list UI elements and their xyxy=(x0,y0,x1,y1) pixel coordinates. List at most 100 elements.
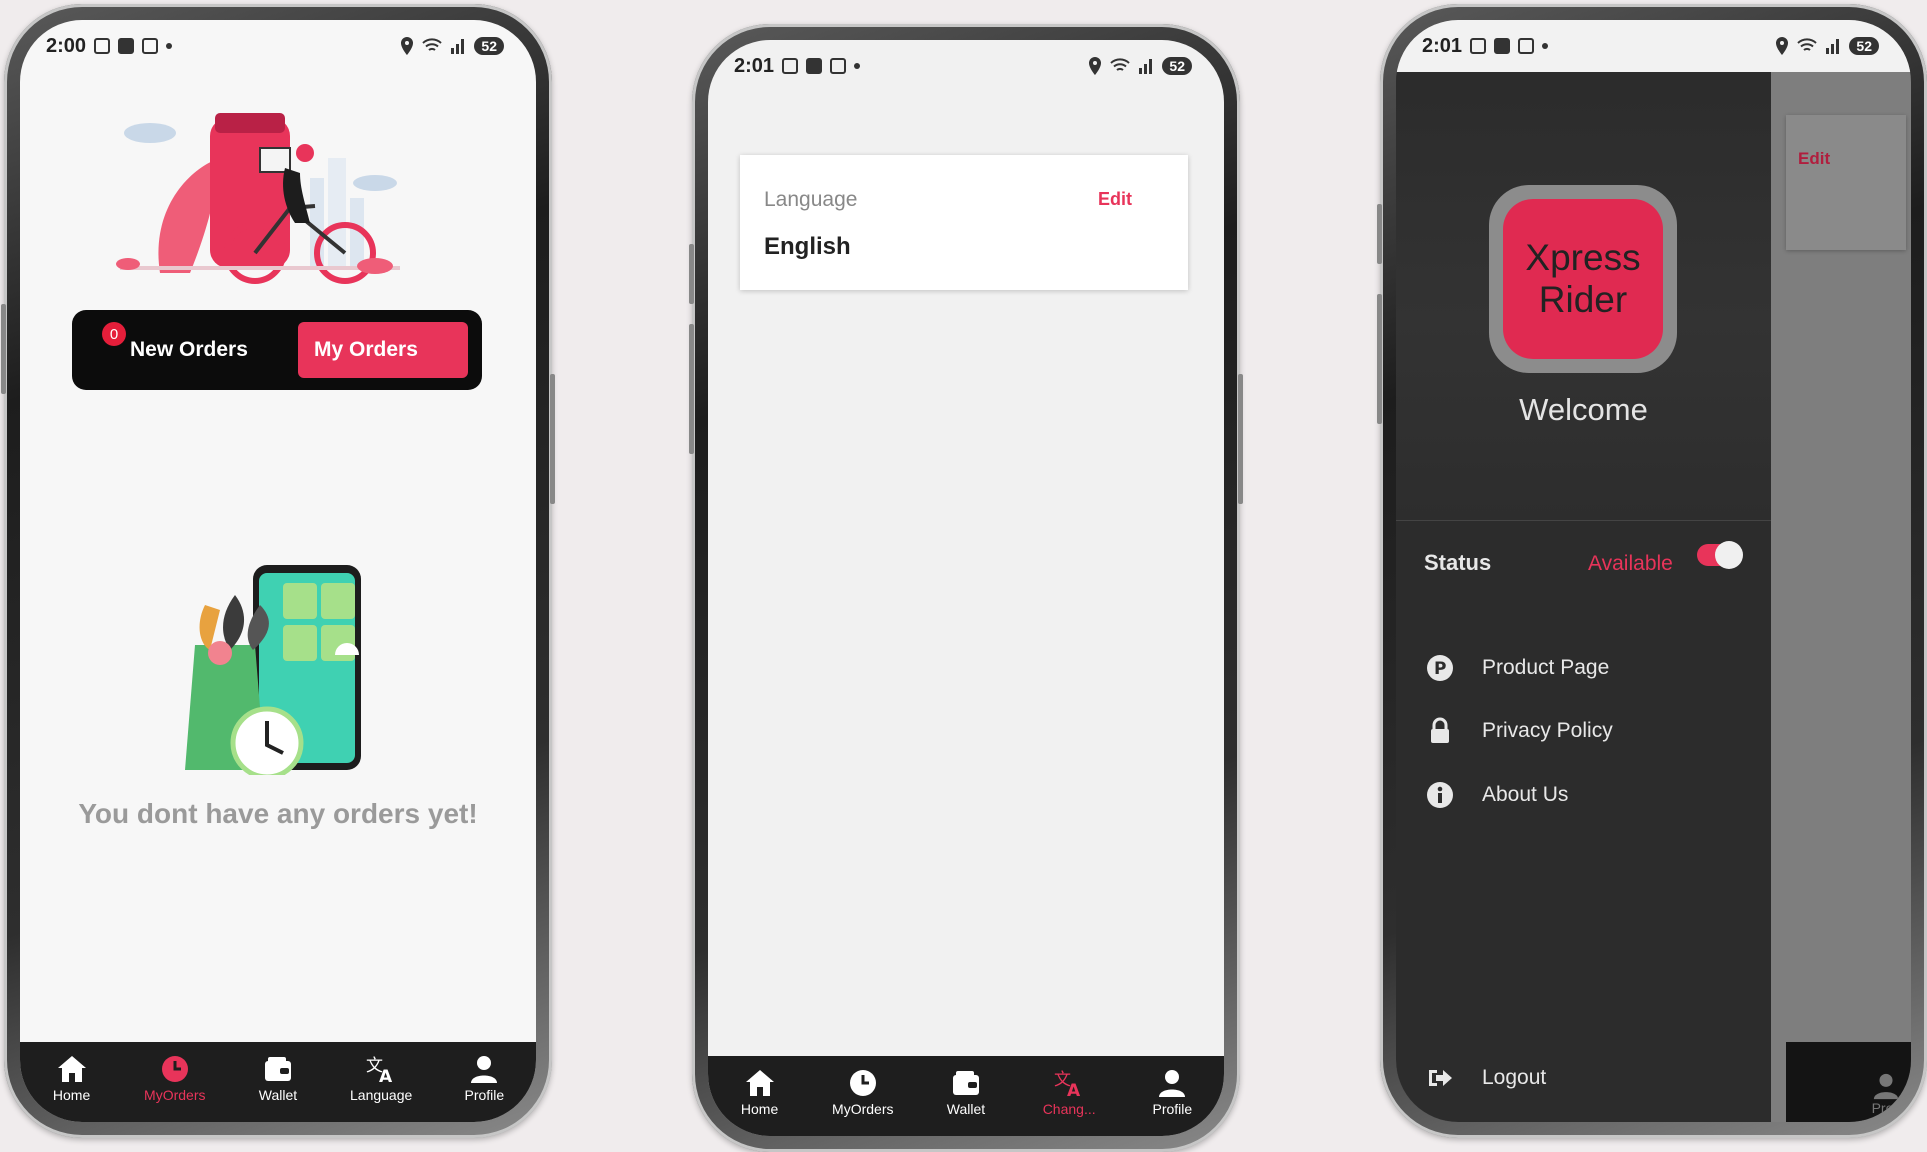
linkedin-icon xyxy=(118,38,135,54)
empty-orders-illustration xyxy=(185,565,361,775)
menu-item-label: Product Page xyxy=(1482,656,1610,679)
wifi-icon xyxy=(1797,38,1818,51)
logout-label: Logout xyxy=(1482,1066,1547,1089)
phone-1-screen: 2:00 52 0 New Orders My Orders You dont … xyxy=(20,20,536,1122)
status-bar: 2:01 52 xyxy=(1396,20,1911,72)
translate-icon: 文A xyxy=(366,1056,393,1084)
phone-2-screen: 2:01 52 Language Edit English Home MyOrd… xyxy=(708,40,1224,1136)
person-icon xyxy=(1159,1070,1186,1097)
language-card: Language Edit English xyxy=(740,155,1188,290)
nav-myorders[interactable]: MyOrders xyxy=(818,1068,908,1117)
product-p-icon: P xyxy=(1427,655,1453,681)
signal-icon xyxy=(1139,59,1153,74)
nav-home-label: Home xyxy=(740,1101,779,1117)
location-icon xyxy=(401,37,414,55)
person-icon xyxy=(471,1056,498,1083)
phone-2: 2:01 52 Language Edit English Home MyOrd… xyxy=(689,24,1243,1152)
nav-myorders-label: MyOrders xyxy=(144,1087,206,1103)
check-icon xyxy=(142,38,159,54)
language-value: English xyxy=(764,233,851,260)
signal-icon xyxy=(451,39,465,54)
dot-icon xyxy=(854,63,861,69)
info-icon xyxy=(1427,782,1453,808)
location-icon xyxy=(1089,57,1102,75)
check-icon xyxy=(1518,38,1535,54)
welcome-text: Welcome xyxy=(1519,392,1648,427)
menu-item-label: Privacy Policy xyxy=(1482,719,1613,742)
menu-item-about-us[interactable]: About Us xyxy=(1426,781,1568,809)
screenshot-icon xyxy=(1470,38,1487,54)
nav-wallet-label: Wallet xyxy=(946,1101,986,1117)
home-icon xyxy=(57,1056,86,1082)
wallet-icon xyxy=(952,1071,979,1095)
nav-profile-label: Profile xyxy=(464,1087,505,1103)
nav-myorders[interactable]: MyOrders xyxy=(130,1054,220,1103)
battery-indicator: 52 xyxy=(1849,37,1879,55)
svg-text:A: A xyxy=(1067,1081,1081,1098)
nav-home-label: Home xyxy=(52,1087,91,1103)
menu-item-product-page[interactable]: P Product Page xyxy=(1426,654,1609,682)
battery-indicator: 52 xyxy=(474,37,504,55)
background-profile: Profi xyxy=(1871,1072,1901,1116)
language-edit-button[interactable]: Edit xyxy=(1098,189,1132,210)
nav-language[interactable]: 文A Chang... xyxy=(1024,1068,1114,1117)
screenshot-icon xyxy=(782,58,799,74)
language-label: Language xyxy=(764,188,858,211)
check-icon xyxy=(830,58,847,74)
app-logo-text: XpressRider xyxy=(1503,199,1663,359)
navigation-drawer: XpressRider Welcome Status Available P P… xyxy=(1396,20,1771,1122)
nav-language-label: Language xyxy=(350,1087,413,1103)
nav-myorders-label: MyOrders xyxy=(832,1101,894,1117)
bottom-navigation: Home MyOrders Wallet 文A Chang... Profile xyxy=(708,1056,1224,1136)
availability-toggle[interactable] xyxy=(1697,541,1743,569)
tab-new-orders[interactable]: 0 New Orders xyxy=(102,310,248,390)
nav-wallet[interactable]: Wallet xyxy=(921,1068,1011,1117)
nav-wallet[interactable]: Wallet xyxy=(233,1054,323,1103)
status-time: 2:00 xyxy=(46,34,87,57)
nav-wallet-label: Wallet xyxy=(258,1087,298,1103)
tab-my-orders-label: My Orders xyxy=(314,338,418,361)
toggle-knob xyxy=(1715,541,1743,569)
lock-icon xyxy=(1431,717,1449,743)
nav-language[interactable]: 文A Language xyxy=(336,1054,426,1103)
nav-home[interactable]: Home xyxy=(715,1068,805,1117)
phone-1: 2:00 52 0 New Orders My Orders You dont … xyxy=(1,4,555,1138)
background-edit-text: Edit xyxy=(1798,149,1831,168)
linkedin-icon xyxy=(806,58,823,74)
nav-profile[interactable]: Profile xyxy=(1127,1068,1217,1117)
dot-icon xyxy=(1542,43,1549,49)
tab-new-orders-label: New Orders xyxy=(130,338,248,361)
background-language-card: Edit xyxy=(1786,115,1906,250)
drawer-header: XpressRider Welcome xyxy=(1396,20,1771,521)
status-bar: 2:01 52 xyxy=(708,40,1224,92)
nav-language-label: Chang... xyxy=(1042,1101,1096,1117)
person-icon xyxy=(1873,1073,1899,1100)
signal-icon xyxy=(1826,39,1840,54)
nav-home[interactable]: Home xyxy=(27,1054,117,1103)
delivery-illustration xyxy=(116,113,400,284)
status-row: Status Available xyxy=(1424,540,1743,590)
clock-icon xyxy=(849,1070,876,1096)
nav-profile[interactable]: Profile xyxy=(439,1054,529,1103)
linkedin-icon xyxy=(1494,38,1511,54)
wifi-icon xyxy=(1110,58,1131,71)
logout-button[interactable]: Logout xyxy=(1426,1064,1546,1092)
menu-item-privacy-policy[interactable]: Privacy Policy xyxy=(1426,717,1613,745)
battery-indicator: 52 xyxy=(1162,57,1192,75)
svg-text:P: P xyxy=(1434,659,1446,679)
status-time: 2:01 xyxy=(734,54,775,77)
nav-profile-label: Profile xyxy=(1152,1101,1193,1117)
tab-my-orders[interactable]: My Orders xyxy=(298,322,468,378)
phone-3: Edit Profi XpressRider Welcome Status Av… xyxy=(1377,4,1927,1138)
clock-icon xyxy=(161,1056,188,1082)
status-label: Status xyxy=(1424,550,1492,575)
order-tabs: 0 New Orders My Orders xyxy=(72,310,482,390)
translate-icon: 文A xyxy=(1054,1070,1081,1098)
phone-3-screen: Edit Profi XpressRider Welcome Status Av… xyxy=(1396,20,1911,1122)
background-bottom-navigation: Profi xyxy=(1786,1042,1911,1122)
new-orders-badge: 0 xyxy=(102,322,126,346)
bottom-navigation: Home MyOrders Wallet 文A Language Profile xyxy=(20,1042,536,1122)
location-icon xyxy=(1776,37,1789,55)
home-icon xyxy=(745,1070,774,1096)
dot-icon xyxy=(166,43,173,49)
